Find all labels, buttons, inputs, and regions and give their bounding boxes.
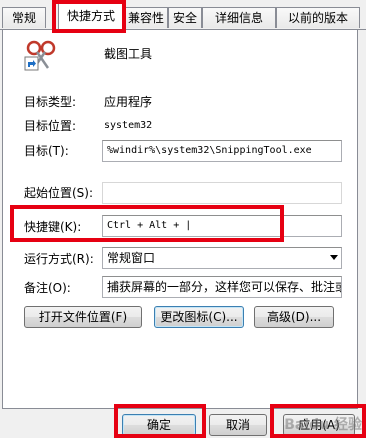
target-location-value: system32	[104, 120, 153, 131]
target-location-label: 目标位置:	[24, 119, 77, 133]
tab-previous-versions[interactable]: 以前的版本	[276, 7, 360, 28]
tab-general[interactable]: 常规	[2, 7, 46, 28]
change-icon-button[interactable]: 更改图标(C)...	[154, 306, 244, 328]
advanced-button[interactable]: 高级(D)...	[254, 306, 334, 328]
separator	[18, 82, 342, 83]
shortcut-key-field[interactable]: Ctrl + Alt + |	[102, 215, 342, 237]
target-type-value: 应用程序	[104, 95, 153, 109]
chevron-down-icon	[330, 255, 338, 260]
run-label: 运行方式(R):	[24, 252, 94, 266]
scissors-shortcut-icon	[24, 38, 58, 72]
watermark: Baidu 经验	[284, 417, 362, 433]
run-select-value: 常规窗口	[107, 251, 156, 265]
tab-security[interactable]: 安全	[168, 7, 202, 28]
comment-label: 备注(O):	[24, 281, 71, 295]
tab-strip: 常规 快捷方式 兼容性 安全 详细信息 以前的版本	[0, 0, 366, 30]
start-in-label: 起始位置(S):	[24, 186, 94, 200]
run-select[interactable]: 常规窗口	[102, 247, 342, 269]
tab-compatibility[interactable]: 兼容性	[124, 7, 168, 28]
tab-details[interactable]: 详细信息	[202, 7, 276, 28]
target-label: 目标(T):	[24, 144, 69, 158]
target-type-label: 目标类型:	[24, 95, 77, 109]
shortcut-key-label: 快捷键(K):	[24, 220, 82, 234]
ok-button[interactable]: 确定	[122, 414, 196, 436]
app-name: 截图工具	[104, 47, 153, 61]
tab-shortcut[interactable]: 快捷方式	[58, 3, 124, 30]
target-field[interactable]: %windir%\system32\SnippingTool.exe	[102, 140, 342, 162]
tab-divider	[0, 29, 366, 30]
cancel-button[interactable]: 取消	[209, 414, 267, 436]
open-file-location-button[interactable]: 打开文件位置(F)	[24, 306, 142, 328]
separator	[18, 172, 342, 173]
start-in-field[interactable]	[102, 182, 342, 204]
comment-field[interactable]: 捕获屏幕的一部分，这样您可以保存、批注或	[102, 276, 342, 298]
